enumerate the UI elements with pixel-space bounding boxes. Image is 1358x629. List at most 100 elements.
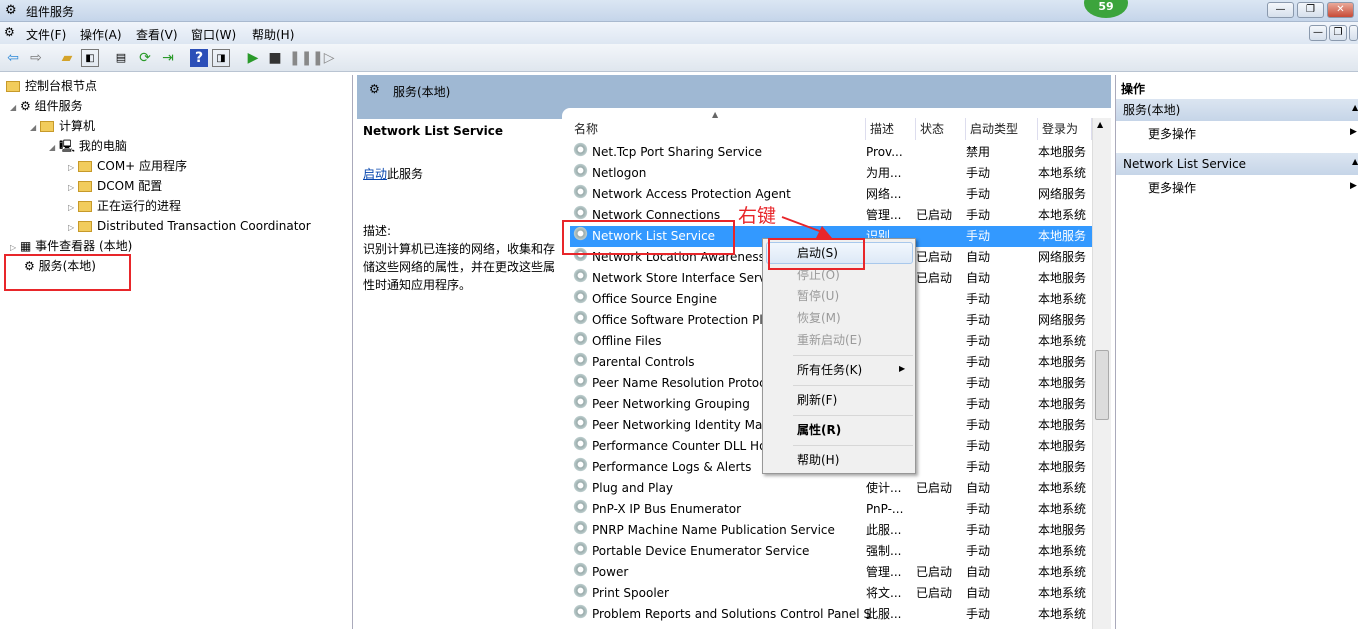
menu-action[interactable]: 操作(A): [80, 26, 122, 43]
export-icon[interactable]: ⇥: [159, 49, 177, 67]
start-service-link[interactable]: 启动: [363, 167, 387, 181]
tree-running-processes[interactable]: ▷ 正在运行的进程: [68, 197, 181, 215]
resume-icon[interactable]: ❚▷: [312, 49, 335, 67]
show-hide-tree-icon[interactable]: ◧: [81, 49, 99, 67]
expand-icon[interactable]: ▷: [68, 179, 78, 197]
gear-icon: [573, 142, 588, 157]
separator: [793, 445, 913, 446]
cell-logon: 本地服务: [1038, 523, 1087, 537]
column-startup-type[interactable]: 启动类型: [966, 118, 1038, 140]
menu-help[interactable]: 帮助(H): [252, 26, 294, 43]
cell-status: 已启动: [916, 271, 953, 285]
service-row[interactable]: Netlogon 为用... 手动 本地系统: [570, 163, 1092, 184]
cell-startup-type: 手动: [966, 355, 991, 369]
help-icon[interactable]: ?: [190, 49, 208, 67]
column-description[interactable]: 描述: [866, 118, 916, 140]
ctx-restart[interactable]: 重新启动(E): [797, 329, 862, 351]
tree-com-plus[interactable]: ▷ COM+ 应用程序: [68, 157, 187, 175]
description-text: 识别计算机已连接的网络，收集和存储这些网络的属性，并在更改这些属性时通知应用程序…: [363, 242, 556, 292]
app-menu-icon[interactable]: ⚙: [4, 25, 15, 39]
stop-icon[interactable]: ■: [266, 49, 284, 67]
column-logon[interactable]: 登录为: [1038, 118, 1092, 140]
tree-event-viewer[interactable]: ▷ ▦ 事件查看器 (本地): [10, 237, 132, 255]
scrollbar-thumb[interactable]: [1095, 350, 1109, 420]
context-menu: 启动(S) 停止(O) 暂停(U) 恢复(M) 重新启动(E) 所有任务(K) …: [762, 238, 916, 474]
service-row[interactable]: Problem Reports and Solutions Control Pa…: [570, 604, 1092, 625]
up-folder-icon[interactable]: ▰: [58, 49, 76, 67]
expand-icon[interactable]: ▷: [68, 219, 78, 237]
menu-view[interactable]: 查看(V): [136, 26, 178, 43]
show-hide-action-icon[interactable]: ◨: [212, 49, 230, 67]
forward-icon[interactable]: ⇨: [27, 49, 45, 67]
tree-component-services[interactable]: ◢ ⚙ 组件服务: [10, 97, 83, 115]
collapse-icon[interactable]: ▲: [1352, 103, 1358, 112]
expand-icon[interactable]: ▷: [68, 159, 78, 177]
refresh-icon[interactable]: ⟳: [136, 49, 154, 67]
service-row[interactable]: Power 管理... 已启动 自动 本地系统: [570, 562, 1092, 583]
service-row[interactable]: Portable Device Enumerator Service 强制... 手…: [570, 541, 1092, 562]
menu-window[interactable]: 窗口(W): [191, 26, 236, 43]
service-row[interactable]: Network Access Protection Agent 网络... 手动 网络…: [570, 184, 1092, 205]
ctx-resume[interactable]: 恢复(M): [797, 307, 841, 329]
folder-icon: [78, 181, 92, 192]
expand-icon[interactable]: ◢: [10, 99, 20, 117]
child-restore-button[interactable]: ❐: [1329, 25, 1347, 41]
gear-icon: [573, 436, 588, 451]
cell-logon: 本地系统: [1038, 544, 1087, 558]
ctx-pause[interactable]: 暂停(U): [797, 285, 839, 307]
expand-icon[interactable]: ▷: [68, 199, 78, 217]
ctx-help[interactable]: 帮助(H): [797, 449, 839, 471]
vertical-scrollbar[interactable]: ▲: [1092, 118, 1111, 629]
close-button[interactable]: ✕: [1327, 2, 1354, 18]
service-row[interactable]: PnP-X IP Bus Enumerator PnP-... 手动 本地系统: [570, 499, 1092, 520]
ctx-all-tasks[interactable]: 所有任务(K): [797, 359, 862, 381]
ctx-properties[interactable]: 属性(R): [797, 419, 841, 441]
properties-icon[interactable]: ▤: [112, 49, 130, 67]
back-icon[interactable]: ⇦: [4, 49, 22, 67]
cell-startup-type: 自动: [966, 586, 991, 600]
cell-startup-type: 手动: [966, 376, 991, 390]
more-actions-2[interactable]: 更多操作: [1148, 178, 1196, 198]
column-status[interactable]: 状态: [916, 118, 966, 140]
tree-my-computer[interactable]: ◢ 🖳 我的电脑: [49, 137, 127, 155]
actions-section-network-list[interactable]: Network List Service: [1116, 153, 1358, 175]
minimize-button[interactable]: —: [1267, 2, 1294, 18]
expand-icon[interactable]: ◢: [49, 139, 59, 157]
actions-section-services[interactable]: 服务(本地): [1116, 99, 1358, 121]
ctx-refresh[interactable]: 刷新(F): [797, 389, 837, 411]
tree-dtc[interactable]: ▷ Distributed Transaction Coordinator: [68, 217, 311, 235]
cell-description: 此服...: [866, 607, 902, 621]
play-icon[interactable]: ▶: [244, 49, 262, 67]
tree-dcom[interactable]: ▷ DCOM 配置: [68, 177, 162, 195]
event-viewer-icon: ▦: [20, 239, 36, 253]
service-row[interactable]: PNRP Machine Name Publication Service 此服.…: [570, 520, 1092, 541]
cell-description: 使计...: [866, 481, 902, 495]
toolbar: ⇦ ⇨ ▰ ◧ ▤ ⟳ ⇥ ? ◨ ▶ ■ ❚❚ ❚▷: [0, 44, 1358, 72]
maximize-button[interactable]: ❐: [1297, 2, 1324, 18]
gear-icon: [573, 373, 588, 388]
service-row[interactable]: Print Spooler 将文... 已启动 自动 本地系统: [570, 583, 1092, 604]
menu-file[interactable]: 文件(F): [26, 26, 66, 43]
cell-logon: 本地系统: [1038, 208, 1087, 222]
child-minimize-button[interactable]: —: [1309, 25, 1327, 41]
window-title: 组件服务: [26, 5, 75, 19]
cell-logon: 本地系统: [1038, 481, 1087, 495]
cell-logon: 本地服务: [1038, 397, 1087, 411]
cell-logon: 本地服务: [1038, 376, 1087, 390]
column-name[interactable]: 名称: [570, 118, 866, 140]
cell-logon: 网络服务: [1038, 313, 1087, 327]
cell-name: Net.Tcp Port Sharing Service: [592, 145, 763, 159]
tree-computers[interactable]: ◢ 计算机: [30, 117, 95, 135]
service-row[interactable]: Plug and Play 使计... 已启动 自动 本地系统: [570, 478, 1092, 499]
more-actions-1[interactable]: 更多操作: [1148, 124, 1196, 144]
gear-icon: [573, 499, 588, 514]
child-close-button[interactable]: [1349, 25, 1358, 41]
cell-logon: 本地服务: [1038, 418, 1087, 432]
service-row[interactable]: Net.Tcp Port Sharing Service Prov... 禁用 本地服…: [570, 142, 1092, 163]
pause-icon[interactable]: ❚❚: [289, 49, 312, 67]
collapse-icon[interactable]: ▲: [1352, 157, 1358, 166]
cell-logon: 本地服务: [1038, 229, 1087, 243]
expand-icon[interactable]: ◢: [30, 119, 40, 137]
tree-root[interactable]: 控制台根节点: [6, 77, 97, 95]
scroll-up-icon[interactable]: ▲: [1097, 120, 1103, 129]
